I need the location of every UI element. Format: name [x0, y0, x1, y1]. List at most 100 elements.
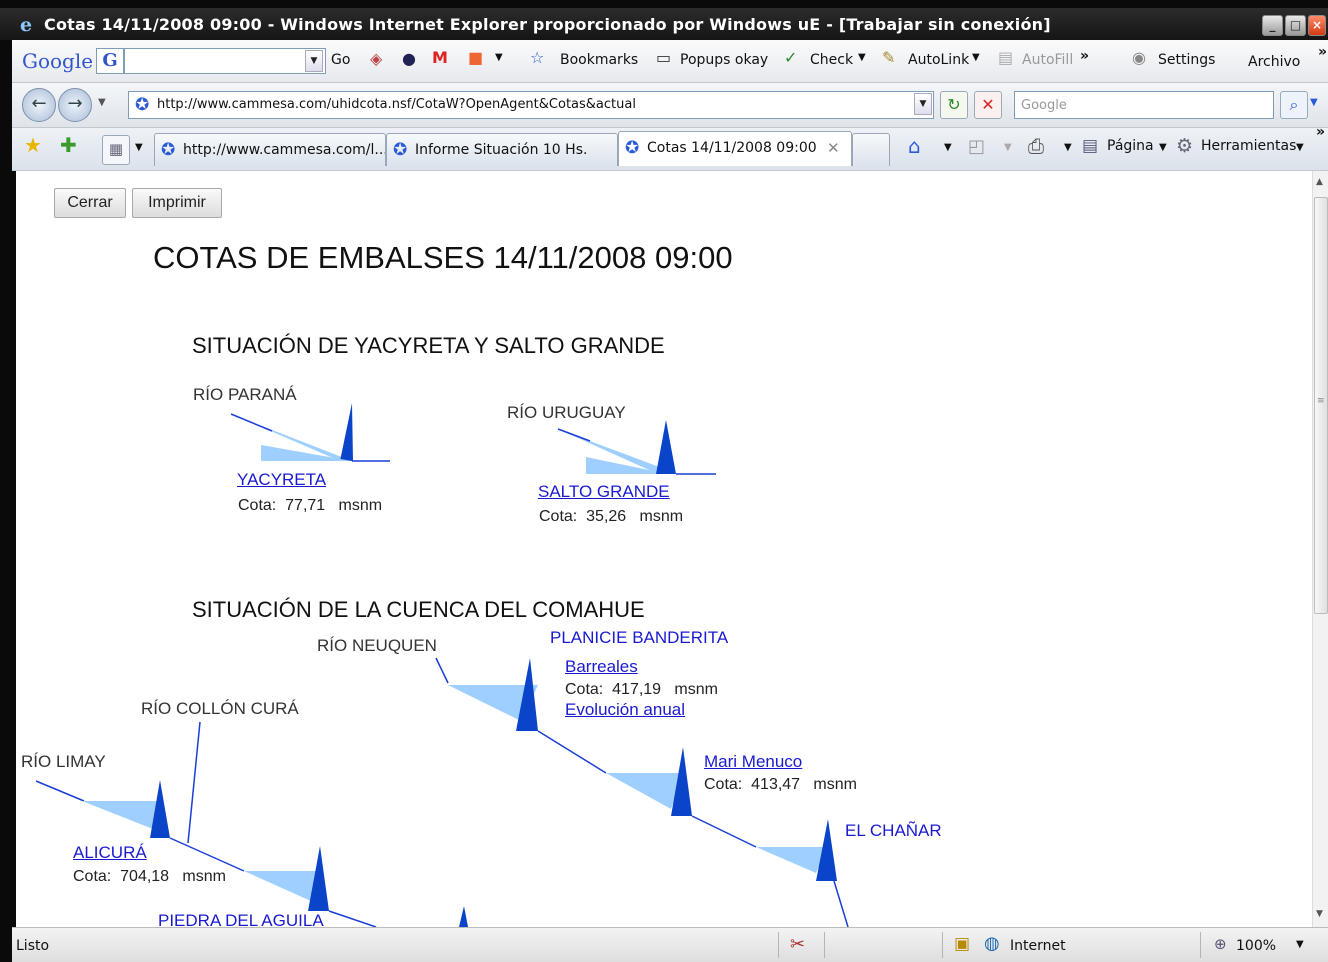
favorites-star-icon[interactable]: ★	[24, 133, 42, 157]
autolink-button[interactable]: AutoLink	[908, 52, 969, 68]
mari-menuco-link[interactable]: Mari Menuco	[704, 752, 802, 772]
spellcheck-icon[interactable]: ✓	[784, 48, 797, 67]
tab-cotas[interactable]: ✪ Cotas 14/11/2008 09:00 ✕	[618, 131, 852, 166]
favicon-star-icon: ✪	[625, 138, 640, 158]
autolink-dropdown-arrow[interactable]: ▼	[972, 52, 980, 63]
address-field[interactable]: ✪ http://www.cammesa.com/uhidcota.nsf/Co…	[128, 91, 934, 119]
menu-more-chevron[interactable]: »	[1318, 44, 1327, 60]
protected-mode-icon[interactable]: ▣	[954, 934, 970, 954]
tab-cammesa[interactable]: ✪ http://www.cammesa.com/l...	[154, 133, 386, 166]
maximize-button[interactable]: □	[1285, 15, 1306, 36]
reservoir-diagram	[35, 403, 849, 927]
imprimir-button[interactable]: Imprimir	[132, 188, 222, 218]
evolucion-anual-link[interactable]: Evolución anual	[565, 700, 685, 720]
add-favorites-icon[interactable]: ✚	[60, 133, 77, 157]
rio-limay-label: RÍO LIMAY	[21, 752, 106, 771]
internet-explorer-icon: e	[20, 14, 33, 36]
blogger-icon[interactable]: ■	[468, 48, 483, 67]
scroll-up-arrow-icon[interactable]: ▲	[1316, 177, 1323, 187]
tab-list-arrow[interactable]: ▼	[135, 142, 143, 153]
search-history-dropdown[interactable]: ▼	[305, 50, 323, 72]
section-heading-yacyreta: SITUACIÓN DE YACYRETA Y SALTO GRANDE	[192, 333, 665, 358]
feeds-icon[interactable]: ◰	[968, 136, 985, 157]
popups-okay-button[interactable]: Popups okay	[680, 52, 768, 68]
autofill-icon[interactable]: ▤	[998, 48, 1013, 67]
pagina-dropdown-arrow[interactable]: ▼	[1159, 142, 1167, 153]
home-icon[interactable]: ⌂	[908, 134, 921, 158]
live-search-input[interactable]: Google	[1014, 91, 1274, 119]
settings-icon[interactable]: ◉	[1132, 48, 1146, 67]
security-zone-label[interactable]: Internet	[1010, 938, 1066, 954]
planicie-banderita-label: PLANICIE BANDERITA	[550, 628, 729, 647]
popup-blocker-icon[interactable]: ▭	[656, 48, 671, 67]
barreales-link[interactable]: Barreales	[565, 657, 638, 677]
rio-uruguay-label: RÍO URUGUAY	[507, 403, 626, 422]
more-dropdown-arrow[interactable]: ▼	[495, 52, 503, 63]
autofill-button[interactable]: AutoFill	[1022, 52, 1073, 68]
quick-tabs-icon[interactable]: ▦	[102, 135, 130, 165]
cota-value: 413,47	[751, 776, 801, 793]
command-more-chevron[interactable]: »	[1316, 124, 1325, 140]
rio-parana-line	[230, 413, 273, 432]
new-tab-button[interactable]	[852, 133, 890, 166]
tab-label: http://www.cammesa.com/l...	[183, 142, 386, 158]
alicura-link[interactable]: ALICURÁ	[73, 843, 147, 863]
rio-parana-label: RÍO PARANÁ	[193, 385, 297, 404]
stop-icon[interactable]: ✕	[974, 91, 1002, 119]
feeds-dropdown-arrow[interactable]: ▼	[1004, 142, 1012, 153]
check-dropdown-arrow[interactable]: ▼	[858, 52, 866, 63]
close-tab-icon[interactable]: ✕	[827, 139, 840, 157]
scrollbar-thumb[interactable]: ≡	[1314, 197, 1328, 614]
print-icon[interactable]: ⎙	[1028, 134, 1044, 158]
settings-button[interactable]: Settings	[1158, 52, 1215, 68]
page-icon[interactable]: ▤	[1082, 136, 1098, 156]
cota-value: 417,19	[612, 681, 662, 698]
close-window-button[interactable]: ×	[1308, 15, 1326, 36]
url-text[interactable]: http://www.cammesa.com/uhidcota.nsf/Cota…	[157, 97, 636, 112]
zoom-dropdown-arrow[interactable]: ▼	[1296, 939, 1304, 950]
minimize-button[interactable]: _	[1262, 15, 1283, 36]
gmail-icon[interactable]: M	[432, 48, 448, 67]
forward-arrow-icon[interactable]: →	[58, 88, 92, 122]
print-dropdown-arrow[interactable]: ▼	[1064, 142, 1072, 153]
bookmarks-button[interactable]: Bookmarks	[560, 52, 638, 68]
toolbar-more-chevron[interactable]: »	[1080, 48, 1089, 64]
cerrar-button[interactable]: Cerrar	[54, 188, 126, 218]
herramientas-menu[interactable]: Herramientas	[1201, 138, 1296, 154]
mari-menuco-water-shape	[606, 773, 684, 809]
tools-gear-icon[interactable]: ⚙	[1176, 135, 1193, 157]
archivo-menu[interactable]: Archivo	[1248, 54, 1300, 70]
cota-unit: msnm	[639, 508, 684, 525]
pagerank-icon[interactable]: ◈	[370, 49, 382, 68]
check-button[interactable]: Check	[810, 52, 853, 68]
go-button[interactable]: Go	[331, 52, 350, 68]
home-dropdown-arrow[interactable]: ▼	[944, 142, 952, 153]
pagina-menu[interactable]: Página	[1107, 138, 1154, 154]
tab-informe[interactable]: ✪ Informe Situación 10 Hs.	[386, 133, 618, 166]
search-options-arrow[interactable]: ▼	[1310, 97, 1318, 108]
zoom-level[interactable]: 100%	[1236, 938, 1276, 954]
google-logo[interactable]: Google	[22, 49, 93, 73]
rio-neuquen-label: RÍO NEUQUEN	[317, 636, 437, 655]
google-search-input[interactable]	[124, 48, 326, 74]
cota-value: 77,71	[285, 497, 326, 514]
herramientas-dropdown-arrow[interactable]: ▼	[1296, 142, 1304, 153]
zoom-icon[interactable]: ⊕	[1214, 935, 1227, 953]
google-g-menu-icon[interactable]: G	[96, 48, 124, 74]
refresh-icon[interactable]: ↻	[940, 91, 968, 119]
search-icon[interactable]: ⌕	[1280, 91, 1308, 119]
yacyreta-link[interactable]: YACYRETA	[237, 470, 326, 490]
scroll-down-arrow-icon[interactable]: ▼	[1316, 909, 1323, 919]
window-title-bar[interactable]: e Cotas 14/11/2008 09:00 - Windows Inter…	[0, 8, 1328, 40]
bookmark-star-icon[interactable]: ☆	[530, 48, 544, 67]
address-dropdown-arrow[interactable]: ▼	[914, 93, 932, 115]
salto-grande-link[interactable]: SALTO GRANDE	[538, 482, 670, 502]
cota-value: 704,18	[120, 868, 170, 885]
history-dropdown-arrow[interactable]: ▼	[98, 97, 106, 108]
back-arrow-icon[interactable]: ←	[22, 88, 56, 122]
autolink-icon[interactable]: ✎	[882, 48, 895, 67]
popup-blocked-icon[interactable]: ✂	[790, 934, 805, 955]
news-icon[interactable]: ●	[402, 49, 416, 68]
rio-neuquen-line	[435, 657, 449, 684]
cota-label: Cota:	[238, 497, 277, 514]
